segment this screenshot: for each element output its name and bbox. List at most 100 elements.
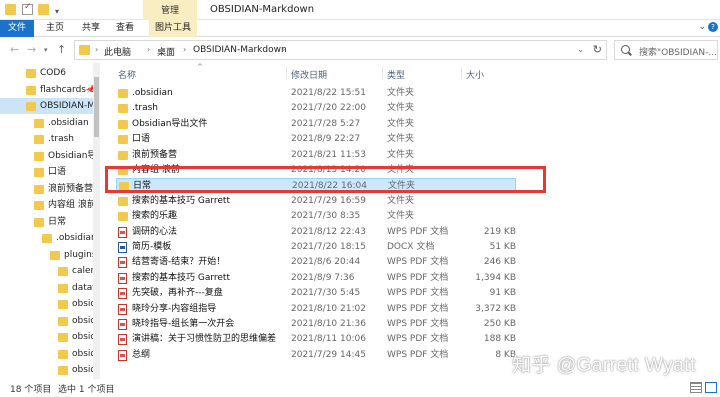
scrollbar-thumb[interactable] — [94, 77, 99, 137]
tab-share[interactable]: 共享 — [82, 20, 100, 37]
sidebar-item[interactable]: 口语 — [0, 164, 96, 180]
folder-icon — [118, 89, 128, 98]
file-name: 调研的心法 — [132, 226, 178, 237]
tab-home[interactable]: 主页 — [46, 20, 64, 37]
sidebar-item[interactable]: 浪前预备营 — [0, 181, 96, 197]
sidebar-item[interactable]: .obsidian — [0, 230, 97, 246]
tab-picture-tools[interactable]: 图片工具 — [149, 20, 197, 37]
help-icon[interactable]: ? — [708, 22, 718, 32]
file-row[interactable]: 搜索的乐趣 2021/7/30 8:35 文件夹 — [116, 209, 516, 224]
breadcrumb-current[interactable]: OBSIDIAN-Markdown — [193, 45, 287, 55]
search-box[interactable]: 搜索"OBSIDIAN-... — [614, 40, 718, 60]
back-arrow-icon[interactable]: ← — [10, 43, 19, 56]
column-header-name[interactable]: 名称 — [118, 68, 136, 81]
file-row[interactable]: 晓玲指导-组长第一次开会 2021/8/10 21:36 WPS PDF 文档 250… — [116, 317, 516, 332]
chevron-down-icon[interactable]: ⌄ — [577, 45, 584, 54]
sidebar-item-label: .obsidian — [48, 117, 89, 128]
file-type: DOCX 文档 — [387, 242, 435, 252]
sidebar-item[interactable]: obsidian — [0, 362, 100, 378]
refresh-icon[interactable]: ↻ — [593, 43, 602, 56]
sidebar-item[interactable]: 内容组 浪前 — [0, 197, 96, 213]
file-size: 250 KB — [483, 319, 516, 329]
search-placeholder[interactable]: 搜索"OBSIDIAN-... — [639, 45, 717, 58]
file-row[interactable]: 搜索的基本技巧 Garrett 2021/7/29 16:59 文件夹 — [116, 194, 516, 209]
file-row[interactable]: 晓玲分享-内容组指导 2021/8/10 21:02 WPS PDF 文档 3,372… — [116, 302, 516, 317]
file-date: 2021/8/9 7:36 — [291, 272, 355, 283]
folder-icon — [58, 300, 68, 309]
column-divider[interactable] — [382, 67, 383, 79]
expand-ribbon-icon[interactable]: ⌄ — [698, 22, 706, 32]
file-row[interactable]: 浪前预备营 2021/8/21 11:53 文件夹 — [116, 148, 516, 163]
folder-icon — [58, 267, 68, 276]
up-arrow-icon[interactable]: ↑ — [57, 43, 66, 56]
sidebar-item[interactable]: 日常 — [0, 214, 96, 230]
large-icons-view-icon[interactable] — [705, 382, 717, 393]
breadcrumb-desktop[interactable]: 桌面 — [157, 45, 175, 58]
chevron-right-icon[interactable]: › — [282, 45, 285, 54]
file-row[interactable]: 总纲 2021/7/29 14:45 WPS PDF 文档 8 KB — [116, 348, 516, 363]
forward-arrow-icon[interactable]: → — [27, 43, 36, 56]
chevron-right-icon[interactable]: › — [147, 45, 150, 54]
file-type: 文件夹 — [387, 134, 415, 145]
file-row[interactable]: 口语 2021/8/9 22:27 文件夹 — [116, 132, 516, 147]
column-header-type[interactable]: 类型 — [387, 68, 405, 81]
file-row[interactable]: Obsidian导出文件 2021/7/28 5:27 文件夹 — [116, 117, 516, 132]
sidebar-item[interactable]: OBSIDIAN-Ma — [0, 98, 100, 114]
pdf-file-icon — [118, 257, 127, 269]
sidebar-item[interactable]: dataview — [0, 280, 100, 296]
file-type: WPS PDF 文档 — [387, 349, 449, 360]
sidebar-scrollbar[interactable] — [93, 63, 100, 379]
file-type: 文件夹 — [387, 88, 415, 98]
sidebar-item[interactable]: calendar — [0, 263, 100, 279]
tab-file[interactable]: 文件 — [0, 20, 34, 37]
chevron-right-icon[interactable]: › — [183, 45, 186, 54]
sidebar-item-label: .obsidian — [56, 233, 97, 243]
address-bar[interactable]: › 此电脑 › 桌面 › OBSIDIAN-Markdown › ⌄ ↻ — [74, 40, 607, 60]
file-row[interactable]: .trash 2021/7/20 22:00 文件夹 — [116, 101, 516, 116]
file-row[interactable]: 演讲稿：关于习惯性防卫的思维偏差 2021/8/11 10:06 WPS PDF 文… — [116, 332, 516, 347]
file-size: 219 KB — [483, 226, 516, 237]
file-row[interactable]: .obsidian 2021/8/22 15:51 文件夹 — [116, 86, 516, 101]
details-view-icon[interactable] — [690, 382, 702, 393]
column-divider[interactable] — [286, 67, 287, 79]
sidebar-item[interactable]: flashcards-ob 📌 — [0, 82, 100, 98]
quick-access-dropdown-icon[interactable]: ▾ — [55, 7, 59, 16]
manage-tab[interactable]: 管理 — [143, 0, 197, 20]
folder-icon[interactable] — [5, 4, 16, 15]
sidebar-item[interactable]: .obsidian — [0, 115, 96, 131]
file-type: WPS PDF 文档 — [387, 303, 449, 314]
sidebar-item[interactable]: obsidian — [0, 296, 100, 312]
file-row[interactable]: 调研的心法 2021/8/12 22:43 WPS PDF 文档 219 KB — [116, 225, 516, 240]
column-header-size[interactable]: 大小 — [466, 68, 484, 81]
file-row[interactable]: 简历-模板 2021/7/20 18:15 DOCX 文档 51 KB — [116, 240, 516, 255]
sidebar-item[interactable]: COD6 — [0, 65, 96, 81]
file-row[interactable]: 结营寄语-结束？开始！ 2021/8/6 20:44 WPS PDF 文档 246 K… — [116, 255, 516, 270]
column-divider[interactable] — [461, 67, 462, 79]
folder-icon — [34, 168, 44, 177]
sidebar-item[interactable]: .trash — [0, 131, 96, 147]
file-type: WPS PDF 文档 — [387, 257, 449, 268]
sidebar-item[interactable]: obsidian — [0, 346, 100, 362]
sidebar-item-label: 内容组 浪前 — [48, 200, 96, 210]
folder-icon — [118, 212, 128, 222]
file-row[interactable]: 先突破，再补齐---复盘 2021/7/30 5:45 WPS PDF 文档 91 K… — [116, 286, 516, 301]
sidebar-item[interactable]: obsidian — [0, 313, 100, 329]
breadcrumb-this-pc[interactable]: 此电脑 — [104, 45, 131, 58]
column-header-date[interactable]: 修改日期 — [291, 68, 327, 81]
sort-caret-icon: ^ — [197, 63, 203, 71]
sidebar-item[interactable]: Obsidian导出 — [0, 148, 100, 164]
recent-locations-icon[interactable]: ▾ — [44, 46, 48, 54]
file-name: 演讲稿：关于习惯性防卫的思维偏差 — [132, 334, 277, 345]
file-row[interactable]: 搜索的基本技巧 Garrett 2021/8/9 7:36 WPS PDF 文档 1,… — [116, 271, 516, 286]
file-name: 晓玲分享-内容组指导 — [132, 303, 217, 314]
folder-icon — [58, 349, 68, 359]
folder-icon — [34, 184, 44, 194]
file-size: 188 KB — [483, 334, 516, 345]
sidebar-item[interactable]: obsidian — [0, 329, 100, 345]
file-name: 搜索的基本技巧 Garrett — [132, 195, 230, 206]
new-folder-icon[interactable] — [38, 4, 49, 15]
properties-check-icon[interactable] — [22, 2, 33, 15]
sidebar-item[interactable]: plugins — [0, 247, 97, 263]
chevron-right-icon[interactable]: › — [95, 45, 98, 54]
tab-view[interactable]: 查看 — [116, 20, 134, 37]
